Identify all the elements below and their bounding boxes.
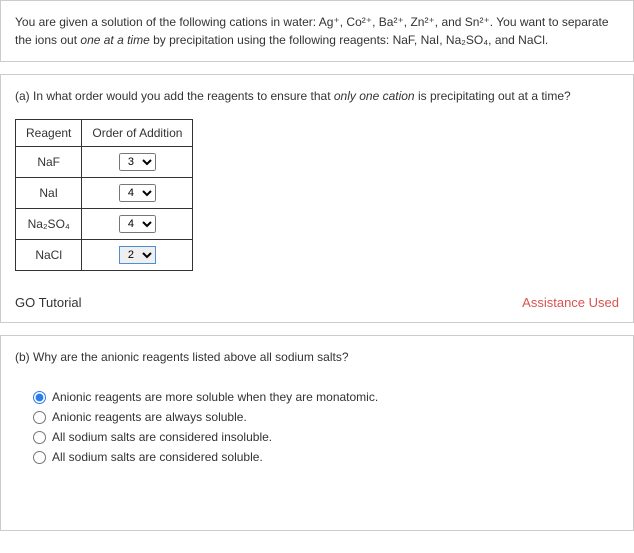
order-select-nai[interactable]: 4 <box>119 184 156 202</box>
table-row: NaF 3 <box>16 147 193 178</box>
radio-label: Anionic reagents are more soluble when t… <box>52 390 378 404</box>
go-tutorial-link[interactable]: GO Tutorial <box>15 295 81 310</box>
header-reagent: Reagent <box>16 120 82 147</box>
order-select-nacl[interactable]: 2 <box>119 246 156 264</box>
reagent-cell: Na₂SO₄ <box>16 209 82 240</box>
radio-label: All sodium salts are considered insolubl… <box>52 430 272 444</box>
assistance-used-label: Assistance Used <box>522 295 619 310</box>
part-a-footer: GO Tutorial Assistance Used <box>15 295 619 310</box>
order-select-na2so4[interactable]: 4 <box>119 215 156 233</box>
radio-label: Anionic reagents are always soluble. <box>52 410 247 424</box>
table-row: NaI 4 <box>16 178 193 209</box>
qa-suffix: is precipitating out at a time? <box>415 89 571 103</box>
radio-group: Anionic reagents are more soluble when t… <box>33 390 619 464</box>
reagent-cell: NaCl <box>16 240 82 271</box>
header-order: Order of Addition <box>82 120 193 147</box>
qa-prefix: (a) In what order would you add the reag… <box>15 89 334 103</box>
part-a-question: (a) In what order would you add the reag… <box>15 87 619 105</box>
reagent-cell: NaI <box>16 178 82 209</box>
radio-option-4[interactable] <box>33 451 46 464</box>
part-b-question: (b) Why are the anionic reagents listed … <box>15 348 619 366</box>
intro-panel: You are given a solution of the followin… <box>0 0 634 62</box>
table-header-row: Reagent Order of Addition <box>16 120 193 147</box>
reagent-cell: NaF <box>16 147 82 178</box>
part-a-panel: (a) In what order would you add the reag… <box>0 74 634 323</box>
radio-option-3[interactable] <box>33 431 46 444</box>
radio-option-2[interactable] <box>33 411 46 424</box>
table-row: Na₂SO₄ 4 <box>16 209 193 240</box>
order-cell: 4 <box>82 178 193 209</box>
radio-row[interactable]: All sodium salts are considered soluble. <box>33 450 619 464</box>
radio-label: All sodium salts are considered soluble. <box>52 450 263 464</box>
intro-italic: one at a time <box>80 33 149 47</box>
intro-mid: by precipitation using the following rea… <box>150 33 548 47</box>
order-select-naf[interactable]: 3 <box>119 153 156 171</box>
order-cell: 4 <box>82 209 193 240</box>
radio-option-1[interactable] <box>33 391 46 404</box>
qa-italic: only one cation <box>334 89 415 103</box>
radio-row[interactable]: All sodium salts are considered insolubl… <box>33 430 619 444</box>
order-cell: 2 <box>82 240 193 271</box>
order-cell: 3 <box>82 147 193 178</box>
radio-row[interactable]: Anionic reagents are more soluble when t… <box>33 390 619 404</box>
table-row: NaCl 2 <box>16 240 193 271</box>
intro-text: You are given a solution of the followin… <box>15 13 619 49</box>
reagent-table: Reagent Order of Addition NaF 3 NaI 4 Na… <box>15 119 193 271</box>
part-b-panel: (b) Why are the anionic reagents listed … <box>0 335 634 531</box>
radio-row[interactable]: Anionic reagents are always soluble. <box>33 410 619 424</box>
